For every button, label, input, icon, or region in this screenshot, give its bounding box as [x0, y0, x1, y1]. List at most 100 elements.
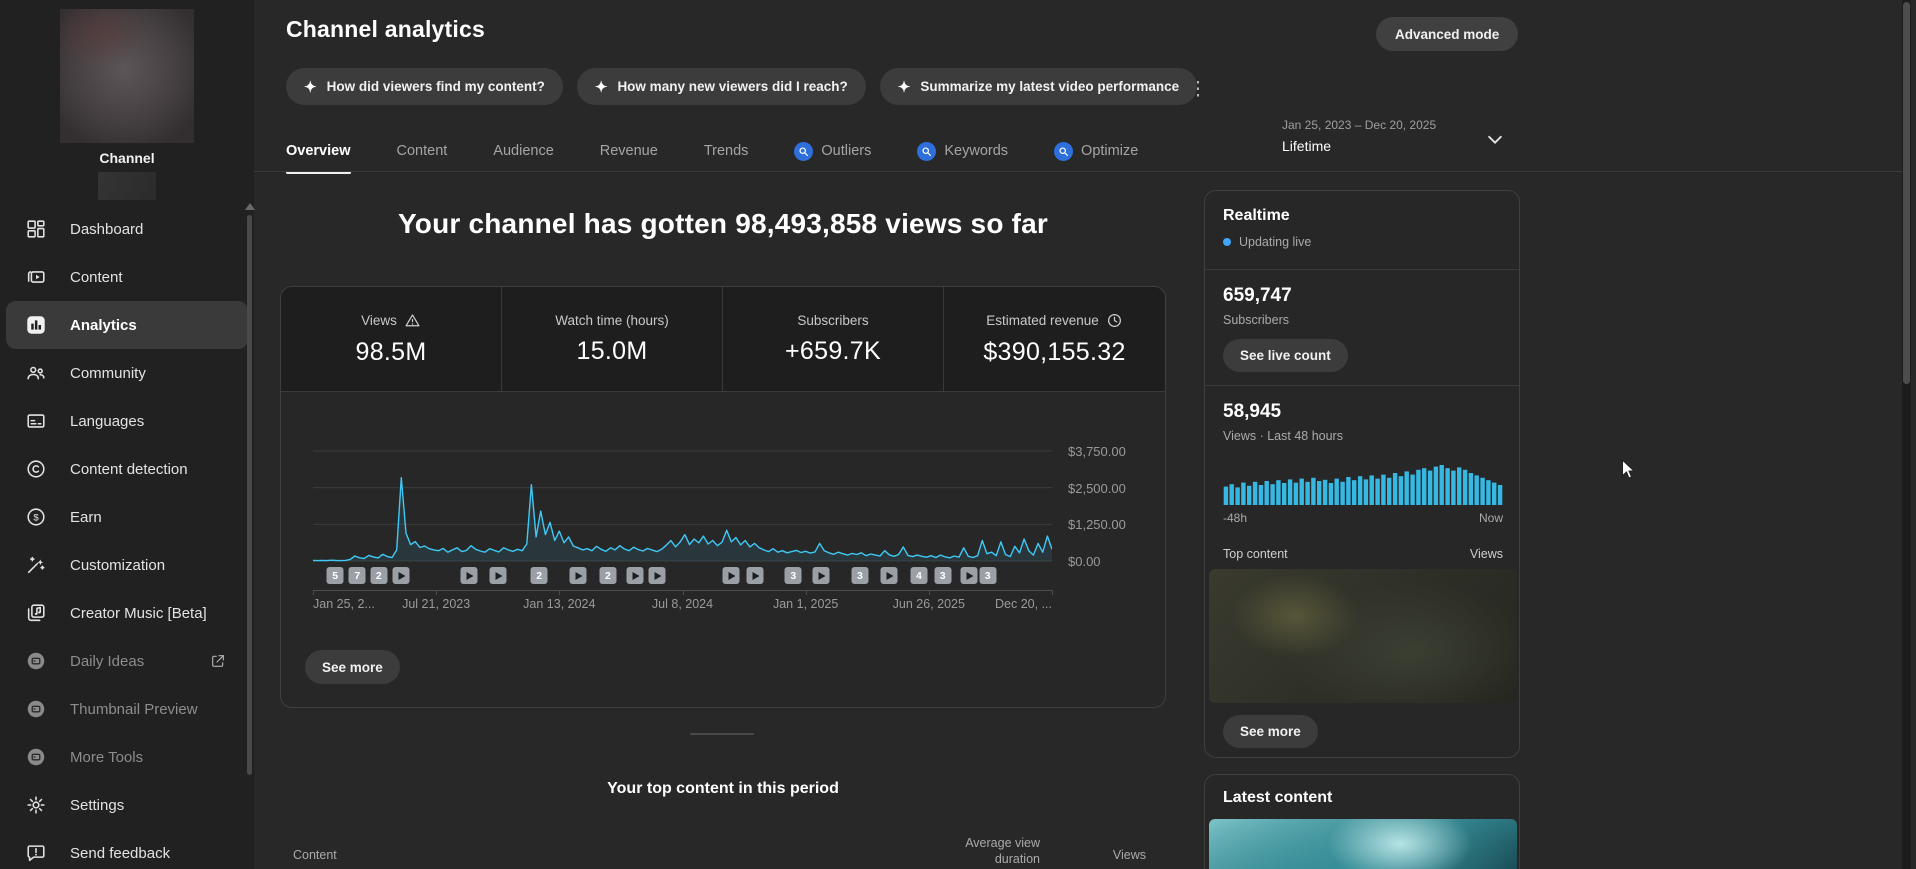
realtime-panel: Realtime Updating live 659,747 Subscribe… — [1204, 190, 1520, 758]
tab-audience[interactable]: Audience — [493, 134, 553, 172]
revenue-line-chart[interactable] — [313, 445, 1052, 569]
sidebar-item-label: Dashboard — [70, 221, 143, 238]
sidebar-item-label: Analytics — [70, 317, 137, 334]
video-marker-play[interactable] — [460, 567, 477, 584]
sidebar-item-content[interactable]: Content — [0, 253, 254, 301]
copyright-icon — [24, 457, 48, 481]
play-icon — [466, 572, 473, 580]
video-marker-count-label: 5 — [332, 570, 338, 582]
page-scrollbar[interactable] — [1903, 2, 1910, 384]
tab-content[interactable]: Content — [397, 134, 448, 172]
video-marker-play[interactable] — [392, 567, 409, 584]
video-marker-count-label: 2 — [536, 570, 542, 582]
video-marker-play[interactable] — [812, 567, 829, 584]
video-marker-count[interactable]: 3 — [851, 567, 868, 584]
sidebar: Channel DashboardContentAnalyticsCommuni… — [0, 0, 254, 869]
section-divider — [690, 733, 754, 735]
tab-label: Revenue — [600, 143, 658, 159]
realtime-top-content-thumbnail[interactable] — [1209, 569, 1517, 703]
research-badge-icon — [917, 142, 936, 161]
play-icon — [752, 572, 759, 580]
sidebar-item-settings[interactable]: Settings — [0, 781, 254, 829]
video-marker-play[interactable] — [489, 567, 506, 584]
play-icon — [495, 572, 502, 580]
video-marker-play[interactable] — [723, 567, 740, 584]
sidebar-item-thumbnail-preview[interactable]: Thumbnail Preview — [0, 685, 254, 733]
video-marker-count[interactable]: 3 — [785, 567, 802, 584]
ai-chip-2[interactable]: ✦Summarize my latest video performance — [880, 68, 1197, 105]
latest-content-title: Latest content — [1223, 789, 1332, 807]
ai-chip-1[interactable]: ✦How many new viewers did I reach? — [577, 68, 866, 105]
metric-value: $390,155.32 — [983, 338, 1125, 367]
tab-optimize[interactable]: Optimize — [1054, 134, 1138, 172]
gear-icon — [24, 793, 48, 817]
see-more-button[interactable]: See more — [305, 650, 400, 684]
sidebar-item-more-tools[interactable]: More Tools — [0, 733, 254, 781]
metric-card-subscribers[interactable]: Subscribers+659.7K — [723, 287, 944, 391]
sidebar-scroll-up-arrow[interactable] — [245, 203, 255, 210]
video-marker-count[interactable]: 5 — [327, 567, 344, 584]
video-marker-play[interactable] — [961, 567, 978, 584]
metric-card-estimated-revenue[interactable]: Estimated revenue$390,155.32 — [944, 287, 1165, 391]
video-marker-count[interactable]: 3 — [979, 567, 996, 584]
sidebar-item-languages[interactable]: Languages — [0, 397, 254, 445]
metric-card-views[interactable]: Views98.5M — [281, 287, 502, 391]
x-axis-tick — [313, 590, 314, 595]
video-marker-count[interactable]: 2 — [599, 567, 616, 584]
video-marker-play[interactable] — [880, 567, 897, 584]
video-marker-play[interactable] — [570, 567, 587, 584]
sparkle-icon: ✦ — [595, 78, 608, 96]
sidebar-item-label: Content detection — [70, 461, 188, 478]
metric-strip: Views98.5MWatch time (hours)15.0MSubscri… — [281, 287, 1165, 392]
latest-content-thumbnail[interactable] — [1209, 819, 1517, 869]
sidebar-item-creator-music-beta[interactable]: Creator Music [Beta] — [0, 589, 254, 637]
sidebar-item-earn[interactable]: $Earn — [0, 493, 254, 541]
sidebar-item-content-detection[interactable]: Content detection — [0, 445, 254, 493]
tab-revenue[interactable]: Revenue — [600, 134, 658, 172]
sidebar-item-customization[interactable]: Customization — [0, 541, 254, 589]
date-range-selector[interactable]: Jan 25, 2023 – Dec 20, 2025 Lifetime — [1282, 118, 1482, 154]
realtime-see-more-button[interactable]: See more — [1223, 715, 1318, 748]
sidebar-item-analytics[interactable]: Analytics — [6, 301, 248, 349]
video-marker-play[interactable] — [627, 567, 644, 584]
see-live-count-button[interactable]: See live count — [1223, 339, 1348, 372]
video-marker-play[interactable] — [746, 567, 763, 584]
play-icon — [818, 572, 825, 580]
x-axis-tick — [683, 590, 684, 595]
video-marker-play[interactable] — [648, 567, 665, 584]
tab-overview[interactable]: Overview — [286, 134, 351, 172]
metric-card-watch-time-hours[interactable]: Watch time (hours)15.0M — [502, 287, 723, 391]
chevron-down-icon[interactable] — [1484, 128, 1506, 150]
realtime-views-count: 58,945 — [1223, 401, 1281, 423]
realtime-axis-left: -48h — [1223, 511, 1247, 525]
youtube-studio-analytics-window: Channel DashboardContentAnalyticsCommuni… — [0, 0, 1916, 869]
sidebar-item-daily-ideas[interactable]: Daily Ideas — [0, 637, 254, 685]
metric-value: +659.7K — [785, 337, 881, 366]
video-marker-count-label: 2 — [376, 570, 382, 582]
video-marker-count[interactable]: 3 — [934, 567, 951, 584]
sidebar-item-dashboard[interactable]: Dashboard — [0, 205, 254, 253]
video-marker-count[interactable]: 4 — [910, 567, 927, 584]
video-marker-count[interactable]: 7 — [349, 567, 366, 584]
x-axis-tick-label: Jun 26, 2025 — [893, 597, 965, 611]
sidebar-item-label: Earn — [70, 509, 102, 526]
realtime-bar-chart[interactable] — [1223, 463, 1503, 505]
ai-chip-0[interactable]: ✦How did viewers find my content? — [286, 68, 563, 105]
warning-icon — [404, 312, 421, 329]
video-marker-count[interactable]: 2 — [370, 567, 387, 584]
sidebar-item-send-feedback[interactable]: Send feedback — [0, 829, 254, 869]
advanced-mode-button[interactable]: Advanced mode — [1376, 17, 1518, 51]
sidebar-scrollbar[interactable] — [247, 215, 252, 775]
tab-trends[interactable]: Trends — [704, 134, 749, 172]
channel-avatar[interactable] — [60, 9, 194, 143]
x-axis-tick — [559, 590, 560, 595]
play-icon — [654, 572, 661, 580]
video-marker-count[interactable]: 2 — [531, 567, 548, 584]
sidebar-item-community[interactable]: Community — [0, 349, 254, 397]
tab-keywords[interactable]: Keywords — [917, 134, 1008, 172]
research-badge-icon — [794, 142, 813, 161]
top-content-title: Your top content in this period — [280, 780, 1166, 798]
ai-suggestion-chips: ✦How did viewers find my content? ✦How ma… — [286, 68, 1197, 105]
tab-outliers[interactable]: Outliers — [794, 134, 871, 172]
kebab-menu-icon[interactable]: ⋮ — [1184, 72, 1212, 106]
